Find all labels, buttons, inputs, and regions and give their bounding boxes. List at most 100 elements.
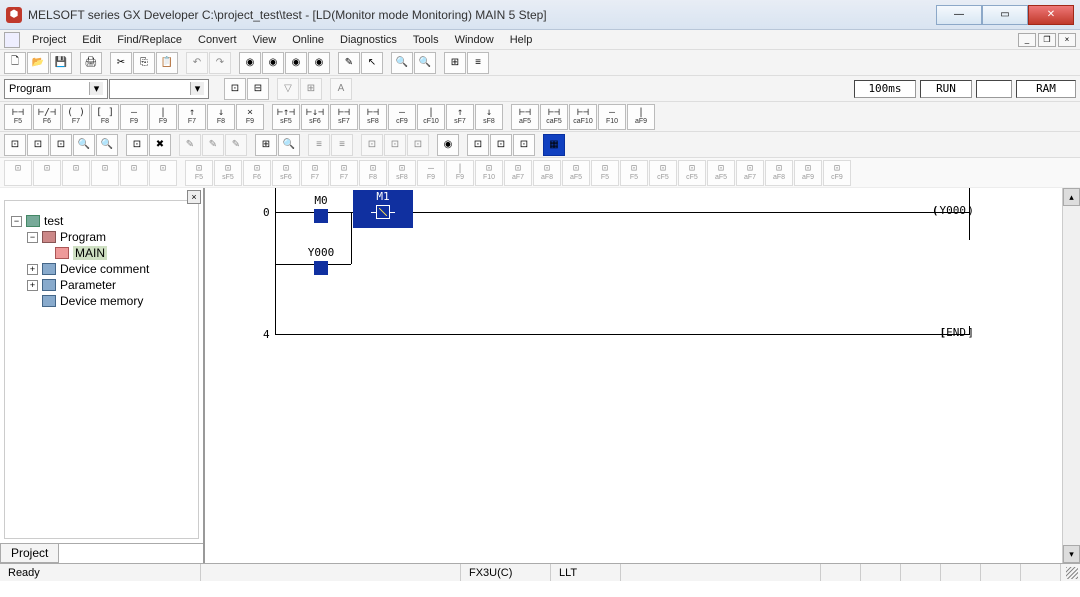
monitor-split-icon[interactable]: ◉ bbox=[285, 52, 307, 74]
mode-btn-16[interactable]: ⊡ bbox=[384, 134, 406, 156]
menu-window[interactable]: Window bbox=[447, 32, 502, 48]
resize-grip[interactable] bbox=[1060, 564, 1080, 581]
menu-edit[interactable]: Edit bbox=[74, 32, 109, 48]
contact-n-sf6[interactable]: ⊢↓⊣sF6 bbox=[301, 104, 329, 130]
rise-f7[interactable]: ↑F7 bbox=[178, 104, 206, 130]
filter-icon[interactable]: ▽ bbox=[277, 78, 299, 100]
project-tree[interactable]: − test − Program MAIN + Device comment + bbox=[4, 200, 199, 539]
hline-f9[interactable]: —F9 bbox=[120, 104, 148, 130]
sf7b[interactable]: ↑sF7 bbox=[446, 104, 474, 130]
zoom-in-icon[interactable]: 🔍 bbox=[414, 52, 436, 74]
caf10[interactable]: ⊢⊣caF10 bbox=[569, 104, 597, 130]
contact-m1-selected[interactable]: M1 bbox=[353, 190, 413, 228]
func-f8[interactable]: [ ]F8 bbox=[91, 104, 119, 130]
toggle-comment-icon[interactable]: ⊡ bbox=[224, 78, 246, 100]
contact-m0[interactable]: M0 bbox=[291, 194, 351, 223]
menu-diagnostics[interactable]: Diagnostics bbox=[332, 32, 405, 48]
mdi-close[interactable]: × bbox=[1058, 33, 1076, 47]
monitor-icon[interactable]: ◉ bbox=[239, 52, 261, 74]
vertical-scrollbar[interactable]: ▴ ▾ bbox=[1062, 188, 1080, 563]
mode-btn-10[interactable]: ✎ bbox=[225, 134, 247, 156]
caf5[interactable]: ⊢⊣caF5 bbox=[540, 104, 568, 130]
paste-icon[interactable]: 📋 bbox=[156, 52, 178, 74]
ladder-canvas[interactable]: 0 M0 M1 Y000 ) Y000 bbox=[204, 188, 1062, 563]
contact-p-sf5[interactable]: ⊢↑⊣sF5 bbox=[272, 104, 300, 130]
collapse-icon[interactable]: − bbox=[11, 216, 22, 227]
menu-tools[interactable]: Tools bbox=[405, 32, 447, 48]
mode-btn-8[interactable]: ✎ bbox=[179, 134, 201, 156]
coil-f7[interactable]: ( )F7 bbox=[62, 104, 90, 130]
vline-f9b[interactable]: |F9 bbox=[149, 104, 177, 130]
system-menu-icon[interactable] bbox=[4, 32, 20, 48]
mode-btn-21[interactable]: ⊡ bbox=[513, 134, 535, 156]
contact-y000[interactable]: Y000 bbox=[291, 246, 351, 275]
toggle-statement-icon[interactable]: ⊟ bbox=[247, 78, 269, 100]
menu-convert[interactable]: Convert bbox=[190, 32, 245, 48]
open-file-icon[interactable]: 📂 bbox=[27, 52, 49, 74]
tree-root[interactable]: − test bbox=[11, 213, 192, 229]
mdi-minimize[interactable]: _ bbox=[1018, 33, 1036, 47]
tree-device-comment[interactable]: + Device comment bbox=[11, 261, 192, 277]
monitor-all-icon[interactable]: ◉ bbox=[262, 52, 284, 74]
zoom-out-icon[interactable]: 🔍 bbox=[391, 52, 413, 74]
tab-project[interactable]: Project bbox=[0, 544, 59, 563]
program-type-combo[interactable]: Program ▾ bbox=[4, 79, 108, 99]
sf8b[interactable]: ↓sF8 bbox=[475, 104, 503, 130]
mode-btn-19[interactable]: ⊡ bbox=[467, 134, 489, 156]
menu-online[interactable]: Online bbox=[284, 32, 332, 48]
pointer-icon[interactable]: ↖ bbox=[361, 52, 383, 74]
mode-btn-5[interactable]: 🔍 bbox=[96, 134, 118, 156]
collapse-icon[interactable]: − bbox=[27, 232, 38, 243]
menu-project[interactable]: Project bbox=[24, 32, 74, 48]
save-file-icon[interactable]: 💾 bbox=[50, 52, 72, 74]
close-button[interactable]: ✕ bbox=[1028, 5, 1074, 25]
mode-btn-9[interactable]: ✎ bbox=[202, 134, 224, 156]
maximize-button[interactable]: ▭ bbox=[982, 5, 1028, 25]
mode-btn-7[interactable]: ✖ bbox=[149, 134, 171, 156]
mdi-restore[interactable]: ❐ bbox=[1038, 33, 1056, 47]
tree-parameter[interactable]: + Parameter bbox=[11, 277, 192, 293]
af9[interactable]: |aF9 bbox=[627, 104, 655, 130]
af5[interactable]: ⊢⊣aF5 bbox=[511, 104, 539, 130]
new-file-icon[interactable]: 🗋 bbox=[4, 52, 26, 74]
mode-btn-12[interactable]: 🔍 bbox=[278, 134, 300, 156]
mode-btn-2[interactable]: ⊡ bbox=[27, 134, 49, 156]
f10[interactable]: —F10 bbox=[598, 104, 626, 130]
device-icon[interactable]: ⊞ bbox=[300, 78, 322, 100]
ladder-editor[interactable]: 0 M0 M1 Y000 ) Y000 bbox=[204, 188, 1080, 563]
menu-view[interactable]: View bbox=[245, 32, 285, 48]
scroll-down-icon[interactable]: ▾ bbox=[1063, 545, 1080, 563]
contact-nc-f6[interactable]: ⊢/⊣F6 bbox=[33, 104, 61, 130]
rung-0[interactable]: 0 M0 M1 Y000 ) bbox=[205, 188, 1062, 240]
tree-main[interactable]: MAIN bbox=[11, 245, 192, 261]
expand-icon[interactable]: + bbox=[27, 280, 38, 291]
menu-help[interactable]: Help bbox=[502, 32, 541, 48]
minimize-button[interactable]: — bbox=[936, 5, 982, 25]
mode-btn-20[interactable]: ⊡ bbox=[490, 134, 512, 156]
del-f9[interactable]: ×F9 bbox=[236, 104, 264, 130]
program-name-combo[interactable]: ▾ bbox=[109, 79, 209, 99]
mode-btn-3[interactable]: ⊡ bbox=[50, 134, 72, 156]
undo-icon[interactable]: ↶ bbox=[186, 52, 208, 74]
tree-program[interactable]: − Program bbox=[11, 229, 192, 245]
mode-btn-14[interactable]: ≡ bbox=[331, 134, 353, 156]
copy-icon[interactable]: ⎘ bbox=[133, 52, 155, 74]
cf9[interactable]: —cF9 bbox=[388, 104, 416, 130]
menu-find-replace[interactable]: Find/Replace bbox=[109, 32, 190, 48]
tree-device-memory[interactable]: Device memory bbox=[11, 293, 192, 309]
mode-btn-15[interactable]: ⊡ bbox=[361, 134, 383, 156]
cf10[interactable]: |cF10 bbox=[417, 104, 445, 130]
rung-end[interactable]: 4 END ] bbox=[205, 310, 1062, 350]
inv-sf7[interactable]: ⊢⊣sF7 bbox=[330, 104, 358, 130]
list-view-icon[interactable]: ≡ bbox=[467, 52, 489, 74]
sf8[interactable]: ⊢⊣sF8 bbox=[359, 104, 387, 130]
edit-pen-icon[interactable]: ✎ bbox=[338, 52, 360, 74]
mode-btn-4[interactable]: 🔍 bbox=[73, 134, 95, 156]
mode-btn-18[interactable]: ◉ bbox=[437, 134, 459, 156]
scroll-track[interactable] bbox=[1063, 206, 1080, 545]
mode-btn-6[interactable]: ⊡ bbox=[126, 134, 148, 156]
cut-icon[interactable]: ✂ bbox=[110, 52, 132, 74]
ladder-view-icon[interactable]: ⊞ bbox=[444, 52, 466, 74]
mode-btn-11[interactable]: ⊞ bbox=[255, 134, 277, 156]
monitor-stop-icon[interactable]: ◉ bbox=[308, 52, 330, 74]
